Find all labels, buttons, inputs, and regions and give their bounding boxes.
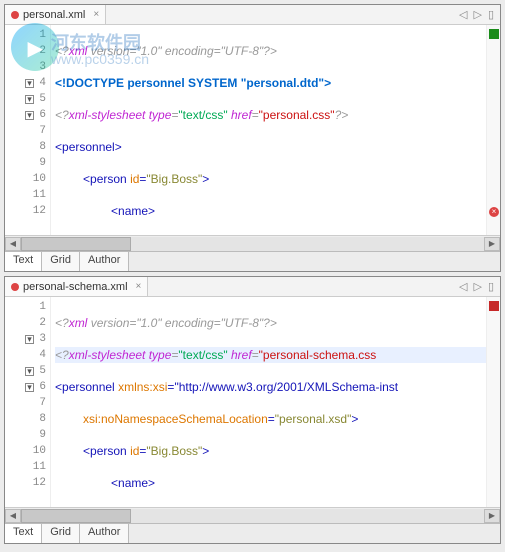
tab-grid[interactable]: Grid bbox=[42, 524, 80, 543]
editor-pane-2: personal-schema.xml × ◁ ▷ ▯ 12 ▾3 4 ▾5 ▾… bbox=[4, 276, 501, 544]
close-icon[interactable]: × bbox=[93, 9, 99, 20]
tab-menu-icon[interactable]: ▯ bbox=[488, 280, 494, 293]
next-tab-icon[interactable]: ▷ bbox=[473, 8, 481, 21]
tab-grid[interactable]: Grid bbox=[42, 252, 80, 271]
editor-pane-1: ▸ 河东软件园 www.pc0359.cn personal.xml × ◁ ▷… bbox=[4, 4, 501, 272]
validation-ok-icon bbox=[489, 29, 499, 39]
horizontal-scrollbar[interactable]: ◀ ▶ bbox=[5, 507, 500, 523]
scroll-left-icon[interactable]: ◀ bbox=[5, 237, 21, 251]
tab-menu-icon[interactable]: ▯ bbox=[488, 8, 494, 21]
tab-text[interactable]: Text bbox=[5, 252, 42, 271]
view-mode-tabs: Text Grid Author bbox=[5, 251, 500, 271]
tab-bar: personal-schema.xml × ◁ ▷ ▯ bbox=[5, 277, 500, 297]
code-editor[interactable]: 12 ▾3 4 ▾5 ▾6 789 101112 <?xml version="… bbox=[5, 297, 500, 507]
modified-dot-icon bbox=[11, 11, 19, 19]
tab-title: personal.xml bbox=[23, 9, 85, 21]
overview-ruler[interactable] bbox=[486, 297, 500, 507]
scroll-thumb[interactable] bbox=[21, 237, 131, 251]
modified-dot-icon bbox=[11, 283, 19, 291]
line-gutter: 123 ▾4 ▾5 ▾6 789 101112 bbox=[5, 25, 51, 235]
fold-icon[interactable]: ▾ bbox=[25, 79, 34, 88]
code-editor[interactable]: 123 ▾4 ▾5 ▾6 789 101112 <?xml version="1… bbox=[5, 25, 500, 235]
next-tab-icon[interactable]: ▷ bbox=[473, 280, 481, 293]
tab-title: personal-schema.xml bbox=[23, 281, 128, 293]
file-tab[interactable]: personal.xml × bbox=[5, 5, 106, 24]
prev-tab-icon[interactable]: ◁ bbox=[459, 280, 467, 293]
tab-nav: ◁ ▷ ▯ bbox=[459, 280, 500, 293]
error-marker-icon[interactable]: × bbox=[489, 207, 499, 217]
view-mode-tabs: Text Grid Author bbox=[5, 523, 500, 543]
fold-icon[interactable]: ▾ bbox=[25, 383, 34, 392]
scroll-thumb[interactable] bbox=[21, 509, 131, 523]
fold-icon[interactable]: ▾ bbox=[25, 335, 34, 344]
prev-tab-icon[interactable]: ◁ bbox=[459, 8, 467, 21]
scroll-right-icon[interactable]: ▶ bbox=[484, 237, 500, 251]
tab-author[interactable]: Author bbox=[80, 524, 129, 543]
line-gutter: 12 ▾3 4 ▾5 ▾6 789 101112 bbox=[5, 297, 51, 507]
file-tab[interactable]: personal-schema.xml × bbox=[5, 277, 148, 296]
code-area[interactable]: <?xml version="1.0" encoding="UTF-8"?> <… bbox=[51, 25, 486, 235]
overview-ruler[interactable]: × bbox=[486, 25, 500, 235]
code-area[interactable]: <?xml version="1.0" encoding="UTF-8"?> <… bbox=[51, 297, 486, 507]
fold-icon[interactable]: ▾ bbox=[25, 95, 34, 104]
tab-author[interactable]: Author bbox=[80, 252, 129, 271]
fold-icon[interactable]: ▾ bbox=[25, 367, 34, 376]
close-icon[interactable]: × bbox=[136, 281, 142, 292]
tab-text[interactable]: Text bbox=[5, 524, 42, 543]
fold-icon[interactable]: ▾ bbox=[25, 111, 34, 120]
validation-error-icon bbox=[489, 301, 499, 311]
tab-bar: personal.xml × ◁ ▷ ▯ bbox=[5, 5, 500, 25]
scroll-right-icon[interactable]: ▶ bbox=[484, 509, 500, 523]
scroll-left-icon[interactable]: ◀ bbox=[5, 509, 21, 523]
horizontal-scrollbar[interactable]: ◀ ▶ bbox=[5, 235, 500, 251]
tab-nav: ◁ ▷ ▯ bbox=[459, 8, 500, 21]
